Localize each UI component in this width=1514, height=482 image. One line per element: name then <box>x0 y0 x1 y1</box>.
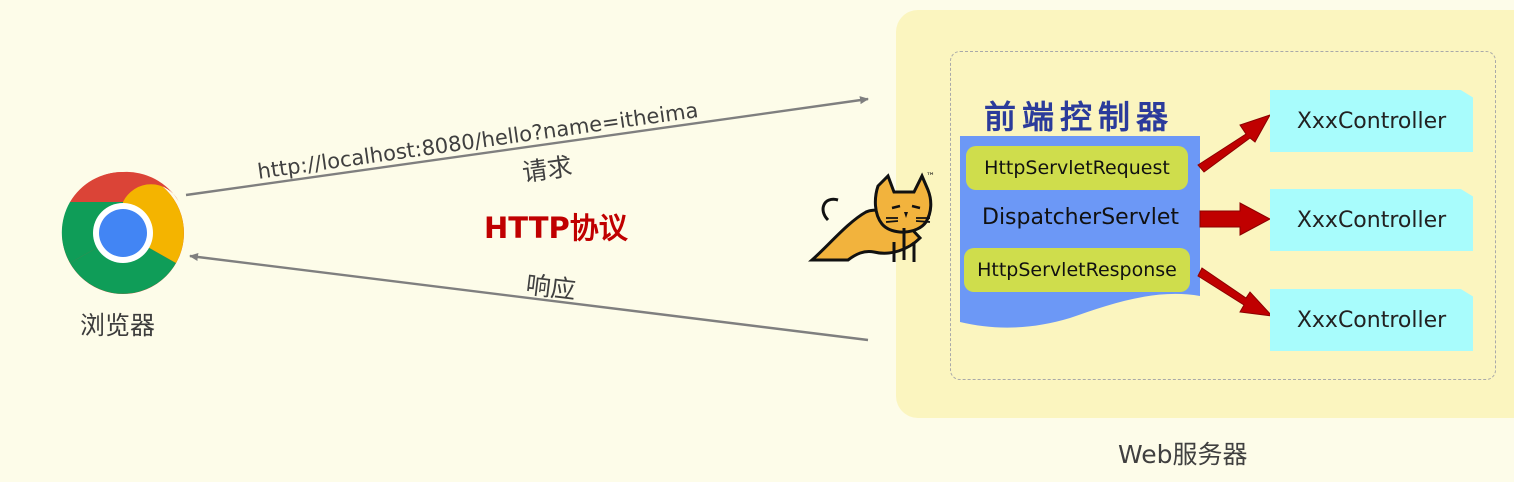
controller-box-3: XxxController <box>1270 289 1473 351</box>
dispatch-arrow-top <box>1197 114 1272 173</box>
dispatch-arrow-middle <box>1199 202 1272 236</box>
controller-box-2: XxxController <box>1270 189 1473 251</box>
dispatch-arrow-bottom <box>1197 267 1274 317</box>
controller-box-1: XxxController <box>1270 90 1473 152</box>
web-server-label: Web服务器 <box>1118 440 1248 469</box>
